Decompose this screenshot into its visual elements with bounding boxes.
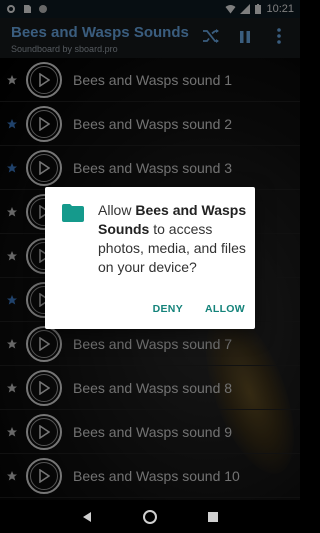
folder-icon <box>62 204 84 222</box>
back-button[interactable] <box>78 508 96 526</box>
dialog-message: Allow Bees and Wasps Sounds to access ph… <box>98 201 248 277</box>
allow-button[interactable]: ALLOW <box>205 303 245 315</box>
deny-button[interactable]: DENY <box>153 303 183 315</box>
home-icon <box>142 509 157 524</box>
permission-dialog: Allow Bees and Wasps Sounds to access ph… <box>45 187 255 329</box>
recents-icon <box>208 511 219 522</box>
home-button[interactable] <box>141 508 159 526</box>
back-icon <box>82 511 91 522</box>
navigation-bar <box>0 500 300 533</box>
dialog-text-prefix: Allow <box>98 202 136 218</box>
recents-button[interactable] <box>204 508 222 526</box>
